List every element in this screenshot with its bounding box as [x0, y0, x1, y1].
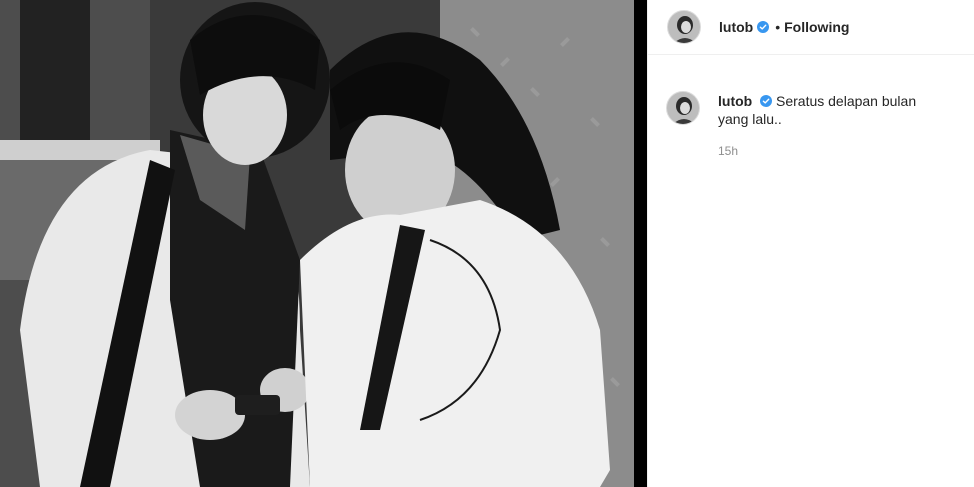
post-media[interactable]	[0, 0, 647, 487]
comment-timestamp[interactable]: 15h	[718, 142, 948, 160]
instagram-post: lutob • Following lutob Seratus delapan …	[0, 0, 974, 487]
avatar-image	[667, 92, 699, 124]
post-photo[interactable]	[0, 0, 634, 487]
avatar-image	[668, 11, 700, 43]
comment-avatar[interactable]	[666, 91, 700, 125]
caption-comment: lutob Seratus delapan bulan yang lalu.. …	[648, 55, 974, 160]
post-sidebar: lutob • Following lutob Seratus delapan …	[647, 0, 974, 487]
follow-separator: •	[775, 19, 781, 35]
photo-image	[0, 0, 634, 487]
author-username[interactable]: lutob	[719, 19, 753, 35]
verified-badge-icon	[757, 21, 770, 33]
following-button[interactable]: Following	[784, 19, 849, 35]
post-header: lutob • Following	[648, 0, 974, 55]
author-avatar[interactable]	[667, 10, 701, 44]
verified-badge-icon	[760, 95, 773, 107]
comment-body: lutob Seratus delapan bulan yang lalu.. …	[718, 91, 948, 160]
comment-username[interactable]: lutob	[718, 93, 752, 109]
